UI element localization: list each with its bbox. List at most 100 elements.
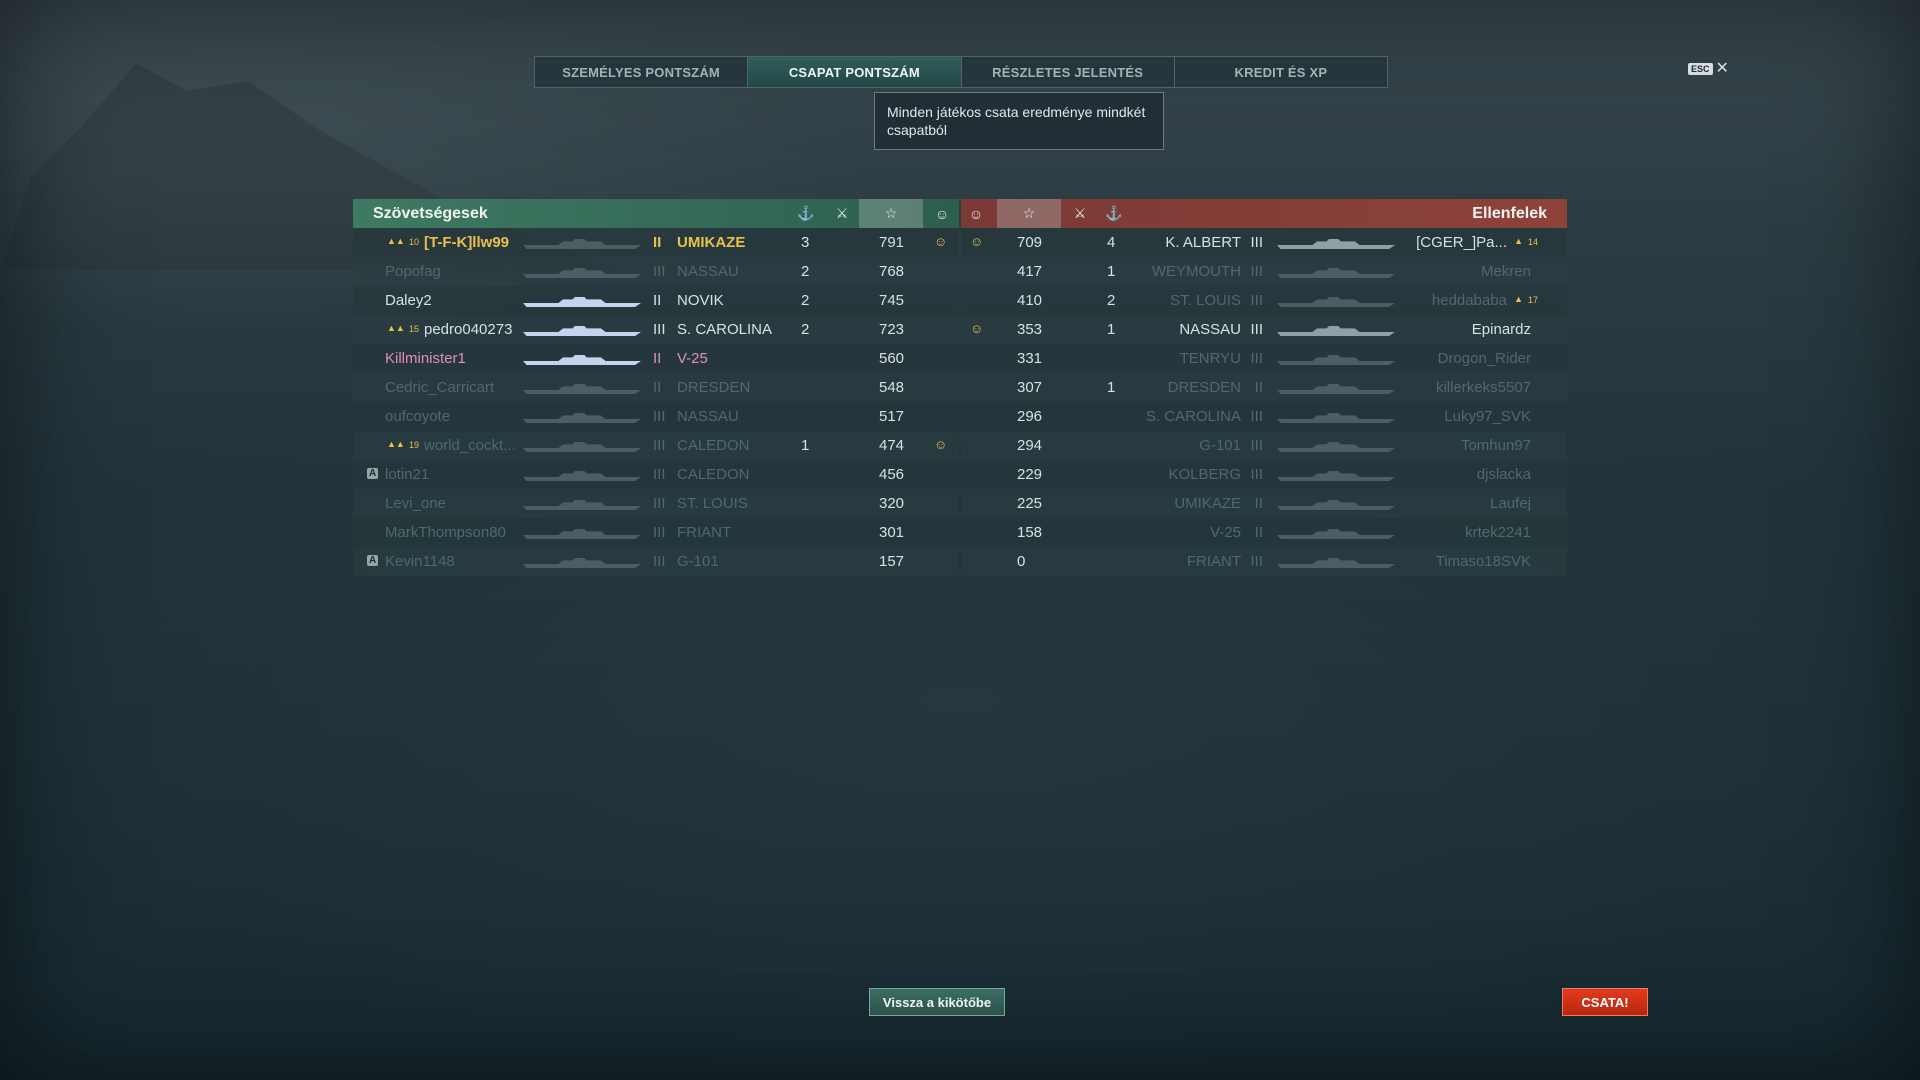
clan-icon: ▲ bbox=[1514, 294, 1523, 304]
ship-silhouette-icon bbox=[1277, 353, 1395, 365]
medal-icon: ☺ bbox=[968, 205, 984, 222]
table-row[interactable]: ▲▲ 15 pedro040273 III S. CAROLINA 2 723 bbox=[353, 315, 959, 344]
table-row[interactable]: MarkThompson80 III FRIANT 301 bbox=[353, 518, 959, 547]
tab-detailed-report[interactable]: RÉSZLETES JELENTÉS bbox=[962, 57, 1175, 87]
ship-hull bbox=[1277, 274, 1395, 278]
player-name: [T-F-K]llw99 bbox=[424, 234, 509, 251]
kills-value: 1 bbox=[1107, 321, 1116, 338]
ship-hull bbox=[1277, 448, 1395, 452]
kills-value: 1 bbox=[801, 437, 810, 454]
player-name: Drogon_Rider bbox=[1437, 350, 1531, 367]
ship-tier: II bbox=[653, 292, 662, 309]
table-row[interactable]: Alotin21 III CALEDON 456 bbox=[353, 460, 959, 489]
player-name: Mekren bbox=[1480, 263, 1531, 280]
ship-superstructure bbox=[1312, 326, 1360, 332]
table-row[interactable]: 331 TENRYU III Drogon_Rider bbox=[961, 344, 1567, 373]
table-row[interactable]: 225 UMIKAZE II Laufej bbox=[961, 489, 1567, 518]
ship-superstructure bbox=[1312, 384, 1360, 390]
tab-team-score[interactable]: CSAPAT PONTSZÁM bbox=[748, 57, 962, 87]
ship-name: CALEDON bbox=[677, 437, 750, 454]
tab-credits-xp[interactable]: KREDIT ÉS XP bbox=[1175, 57, 1387, 87]
kills-value: 1 bbox=[1107, 379, 1116, 396]
score-value: 474 bbox=[879, 437, 905, 454]
table-row[interactable]: Killminister1 II V-25 560 bbox=[353, 344, 959, 373]
tab-bar: SZEMÉLYES PONTSZÁM CSAPAT PONTSZÁM RÉSZL… bbox=[534, 56, 1388, 88]
ship-name: NASSAU bbox=[677, 263, 739, 280]
medal-icon: ☺ bbox=[934, 205, 950, 222]
score-value: 225 bbox=[1017, 495, 1043, 512]
table-row[interactable]: ☺ 709 4 K. ALBERT III [CGER_]Pa... ▲ 14 bbox=[961, 228, 1567, 257]
player-name: pedro040273 bbox=[424, 321, 513, 338]
rank-badge: 17 bbox=[1527, 295, 1538, 305]
ship-silhouette-icon bbox=[523, 324, 641, 336]
allies-header: Szövetségesek ⚓ ⚔ ☆ ☺ bbox=[353, 199, 959, 228]
ship-name: FRIANT bbox=[677, 524, 732, 541]
score-value: 417 bbox=[1017, 263, 1043, 280]
ship-name: ST. LOUIS bbox=[677, 495, 748, 512]
ship-tier: III bbox=[653, 466, 666, 483]
rank-badge: 19 bbox=[409, 440, 420, 450]
tab-personal-score[interactable]: SZEMÉLYES PONTSZÁM bbox=[535, 57, 749, 87]
medal-icon: ☺ bbox=[934, 437, 948, 452]
battle-button[interactable]: CSATA! bbox=[1562, 988, 1648, 1016]
ship-tier: III bbox=[653, 263, 666, 280]
ship-silhouette-icon bbox=[1277, 527, 1395, 539]
ship-silhouette-icon bbox=[523, 295, 641, 307]
ship-name: DRESDEN bbox=[1167, 379, 1241, 396]
table-row[interactable]: A Kevin1148 III G-101 157 bbox=[353, 547, 959, 576]
ship-tier: II bbox=[653, 350, 662, 367]
ship-name: G-101 bbox=[677, 553, 719, 570]
ship-hull bbox=[523, 303, 641, 307]
close-button[interactable]: ESC ✕ bbox=[1688, 61, 1729, 77]
table-row[interactable]: ▲▲ 19 world_cockt... III CALEDON 1 474 ☺ bbox=[353, 431, 959, 460]
ship-silhouette-icon bbox=[523, 382, 641, 394]
table-row[interactable]: 229 KOLBERG III djslacka bbox=[961, 460, 1567, 489]
back-to-port-button[interactable]: Vissza a kikötőbe bbox=[869, 988, 1005, 1016]
table-row[interactable]: ☺ 353 1 NASSAU III Epinardz bbox=[961, 315, 1567, 344]
table-row[interactable]: 307 1 DRESDEN II killerkeks5507 bbox=[961, 373, 1567, 402]
ship-tier: III bbox=[653, 553, 666, 570]
player-name: Tomhun97 bbox=[1460, 437, 1531, 454]
clan-icon: ▲▲ bbox=[387, 439, 405, 449]
table-row[interactable]: oufcoyote III NASSAU 517 bbox=[353, 402, 959, 431]
star-icon[interactable]: ☆ bbox=[859, 199, 923, 228]
ship-hull bbox=[1277, 477, 1395, 481]
ship-hull bbox=[1277, 390, 1395, 394]
score-value: 353 bbox=[1017, 321, 1043, 338]
table-row[interactable]: Daley2 II NOVIK 2 745 bbox=[353, 286, 959, 315]
table-row[interactable]: Levi_one III ST. LOUIS 320 bbox=[353, 489, 959, 518]
ship-tier: II bbox=[653, 234, 662, 251]
ship-superstructure bbox=[558, 355, 606, 361]
ship-hull bbox=[523, 274, 641, 278]
ship-name: KOLBERG bbox=[1168, 466, 1241, 483]
table-row[interactable]: 417 1 WEYMOUTH III Mekren bbox=[961, 257, 1567, 286]
ship-name: DRESDEN bbox=[677, 379, 751, 396]
ship-name: TENRYU bbox=[1179, 350, 1241, 367]
ship-tier: III bbox=[1250, 553, 1263, 570]
ship-silhouette-icon bbox=[523, 527, 641, 539]
player-name: killerkeks5507 bbox=[1435, 379, 1531, 396]
ship-superstructure bbox=[558, 529, 606, 535]
table-row[interactable]: 0 FRIANT III Timaso18SVK bbox=[961, 547, 1567, 576]
ship-tier: II bbox=[653, 379, 662, 396]
score-value: 0 bbox=[1017, 553, 1026, 570]
table-row[interactable]: 158 V-25 II krtek2241 bbox=[961, 518, 1567, 547]
ship-tier: II bbox=[1254, 524, 1263, 541]
table-row[interactable]: 294 G-101 III Tomhun97 bbox=[961, 431, 1567, 460]
ship-silhouette-icon bbox=[523, 266, 641, 278]
table-row[interactable]: Popofag III NASSAU 2 768 bbox=[353, 257, 959, 286]
table-row[interactable]: 410 2 ST. LOUIS III heddababa ▲ 17 bbox=[961, 286, 1567, 315]
ship-hull bbox=[1277, 506, 1395, 510]
player-name: Luky97_SVK bbox=[1444, 408, 1531, 425]
ship-superstructure bbox=[558, 471, 606, 477]
score-value: 456 bbox=[879, 466, 905, 483]
ship-silhouette-icon bbox=[523, 556, 641, 568]
bot-icon: A bbox=[367, 468, 379, 479]
table-row[interactable]: ▲▲ 10 [T-F-K]llw99 II UMIKAZE 3 791 ☺ bbox=[353, 228, 959, 257]
kills-value: 3 bbox=[801, 234, 810, 251]
ship-name: CALEDON bbox=[677, 466, 750, 483]
table-row[interactable]: Cedric_Carricart II DRESDEN 548 bbox=[353, 373, 959, 402]
star-icon[interactable]: ☆ bbox=[997, 199, 1061, 228]
table-row[interactable]: 296 S. CAROLINA III Luky97_SVK bbox=[961, 402, 1567, 431]
ship-silhouette-icon bbox=[1277, 556, 1395, 568]
